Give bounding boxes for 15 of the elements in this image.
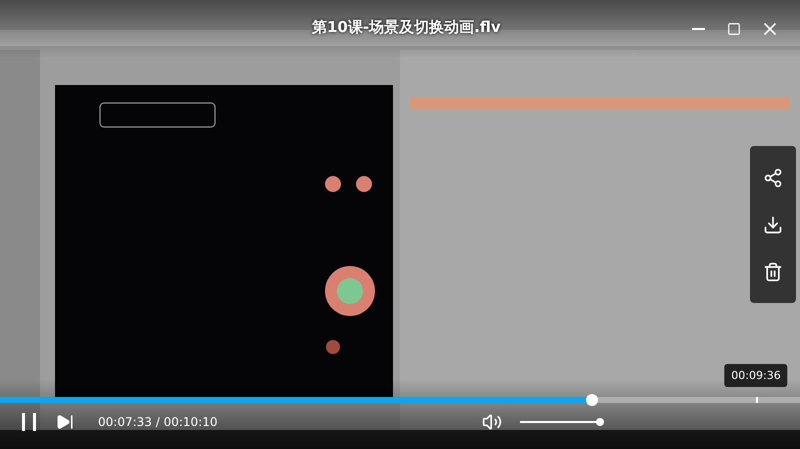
video-title: 第10课-场景及切换动画.flv <box>312 18 502 37</box>
download-icon <box>763 214 783 234</box>
pause-icon <box>20 412 38 432</box>
volume-icon <box>482 412 502 432</box>
progress-track[interactable] <box>0 397 800 403</box>
skip-forward-icon <box>56 413 74 431</box>
pause-button[interactable] <box>20 412 38 432</box>
minimize-icon <box>692 28 704 30</box>
playback-time: 00:07:33 / 00:10:10 <box>98 415 218 429</box>
next-button[interactable] <box>56 413 74 431</box>
volume-button[interactable] <box>482 412 502 432</box>
share-icon <box>763 168 783 188</box>
trash-icon <box>763 262 783 282</box>
hover-time-tooltip: 00:09:36 <box>724 364 788 387</box>
maximize-icon <box>727 22 741 36</box>
